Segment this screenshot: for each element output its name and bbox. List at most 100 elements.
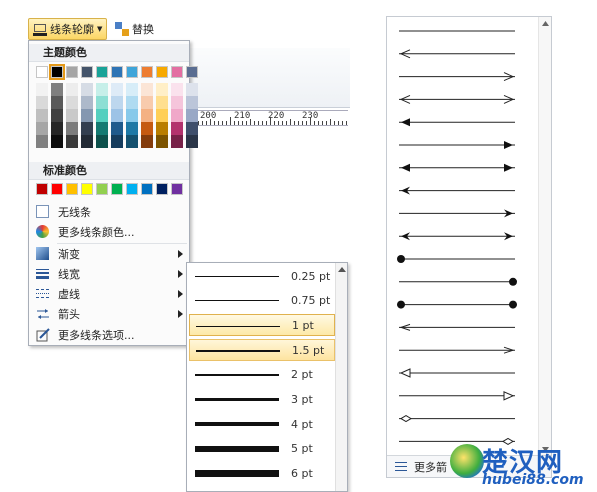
theme-shade-swatch[interactable] bbox=[186, 135, 198, 148]
theme-shade-swatch[interactable] bbox=[171, 122, 183, 135]
arrow-style-option[interactable] bbox=[397, 300, 517, 309]
theme-shade-swatch[interactable] bbox=[36, 135, 48, 148]
theme-shade-swatch[interactable] bbox=[171, 83, 183, 96]
submenu-scrollbar[interactable] bbox=[335, 263, 347, 491]
arrows-item[interactable]: 箭头 bbox=[29, 303, 189, 324]
theme-color-swatch[interactable] bbox=[141, 66, 153, 78]
arrow-style-option[interactable] bbox=[399, 118, 515, 127]
arrow-style-option[interactable] bbox=[399, 277, 517, 286]
arrow-style-option[interactable] bbox=[397, 255, 515, 263]
arrow-style-option[interactable] bbox=[399, 415, 515, 423]
theme-shade-swatch[interactable] bbox=[141, 83, 153, 96]
theme-color-swatch[interactable] bbox=[81, 66, 93, 78]
theme-color-swatch[interactable] bbox=[156, 66, 168, 78]
theme-shade-swatch[interactable] bbox=[141, 96, 153, 109]
theme-shade-swatch[interactable] bbox=[36, 96, 48, 109]
theme-shade-swatch[interactable] bbox=[96, 109, 108, 122]
theme-shade-swatch[interactable] bbox=[81, 83, 93, 96]
theme-shade-swatch[interactable] bbox=[126, 96, 138, 109]
theme-shade-swatch[interactable] bbox=[111, 135, 123, 148]
replace-button[interactable]: 替换 bbox=[112, 18, 157, 40]
weight-item[interactable]: 线宽 bbox=[29, 263, 189, 284]
theme-shade-swatch[interactable] bbox=[156, 83, 168, 96]
theme-shade-swatch[interactable] bbox=[66, 96, 78, 109]
shape-outline-button[interactable]: 线条轮廓 ▼ bbox=[28, 18, 108, 40]
line-weight-option[interactable]: 1 pt bbox=[189, 314, 335, 337]
arrow-style-option[interactable] bbox=[399, 94, 515, 104]
theme-shade-swatch[interactable] bbox=[36, 122, 48, 135]
standard-color-swatch[interactable] bbox=[171, 183, 183, 195]
line-weight-option[interactable]: 6 pt bbox=[189, 463, 335, 485]
theme-shade-swatch[interactable] bbox=[126, 109, 138, 122]
theme-color-swatch[interactable] bbox=[36, 66, 48, 78]
arrow-style-option[interactable] bbox=[399, 368, 515, 378]
arrow-style-option[interactable] bbox=[399, 163, 515, 172]
theme-shade-swatch[interactable] bbox=[111, 109, 123, 122]
arrows-scrollbar[interactable] bbox=[538, 17, 551, 457]
theme-shade-swatch[interactable] bbox=[126, 122, 138, 135]
standard-color-swatch[interactable] bbox=[66, 183, 78, 195]
arrow-style-option[interactable] bbox=[399, 391, 515, 401]
theme-shade-swatch[interactable] bbox=[186, 109, 198, 122]
theme-shade-swatch[interactable] bbox=[171, 135, 183, 148]
arrow-style-option[interactable] bbox=[399, 141, 515, 149]
theme-shade-swatch[interactable] bbox=[81, 96, 93, 109]
theme-shade-swatch[interactable] bbox=[81, 109, 93, 122]
dashes-item[interactable]: 虚线 bbox=[29, 283, 189, 304]
standard-color-swatch[interactable] bbox=[141, 183, 153, 195]
theme-shade-swatch[interactable] bbox=[81, 135, 93, 148]
theme-shade-swatch[interactable] bbox=[171, 96, 183, 109]
standard-color-swatch[interactable] bbox=[51, 183, 63, 195]
theme-shade-swatch[interactable] bbox=[66, 109, 78, 122]
theme-shade-swatch[interactable] bbox=[141, 109, 153, 122]
line-weight-option[interactable]: 3 pt bbox=[189, 389, 335, 411]
standard-color-swatch[interactable] bbox=[126, 183, 138, 195]
arrow-style-option[interactable] bbox=[399, 186, 515, 195]
more-outline-colors-item[interactable]: 更多线条颜色... bbox=[29, 221, 189, 242]
line-weight-option[interactable]: 0.25 pt bbox=[189, 265, 335, 287]
theme-shade-swatch[interactable] bbox=[141, 135, 153, 148]
theme-shade-swatch[interactable] bbox=[66, 83, 78, 96]
theme-shade-swatch[interactable] bbox=[51, 96, 63, 109]
standard-color-swatch[interactable] bbox=[111, 183, 123, 195]
more-lines-item[interactable]: 更多线条选项... bbox=[29, 324, 189, 345]
theme-color-swatch[interactable] bbox=[66, 66, 78, 78]
theme-shade-swatch[interactable] bbox=[186, 83, 198, 96]
theme-shade-swatch[interactable] bbox=[111, 83, 123, 96]
theme-color-swatch[interactable] bbox=[96, 66, 108, 78]
theme-shade-swatch[interactable] bbox=[156, 96, 168, 109]
arrow-style-option[interactable] bbox=[399, 323, 515, 331]
arrow-style-option[interactable] bbox=[399, 232, 515, 241]
theme-color-swatch[interactable] bbox=[186, 66, 198, 78]
theme-shade-swatch[interactable] bbox=[141, 122, 153, 135]
theme-shade-swatch[interactable] bbox=[96, 122, 108, 135]
theme-shade-swatch[interactable] bbox=[156, 109, 168, 122]
standard-color-swatch[interactable] bbox=[156, 183, 168, 195]
theme-shade-swatch[interactable] bbox=[126, 83, 138, 96]
theme-shade-swatch[interactable] bbox=[111, 122, 123, 135]
theme-shade-swatch[interactable] bbox=[36, 83, 48, 96]
line-weight-option[interactable]: 2 pt bbox=[189, 364, 335, 386]
arrow-style-option[interactable] bbox=[399, 49, 515, 59]
theme-shade-swatch[interactable] bbox=[156, 122, 168, 135]
theme-shade-swatch[interactable] bbox=[66, 135, 78, 148]
standard-color-swatch[interactable] bbox=[96, 183, 108, 195]
theme-shade-swatch[interactable] bbox=[186, 122, 198, 135]
standard-color-swatch[interactable] bbox=[81, 183, 93, 195]
theme-shade-swatch[interactable] bbox=[186, 96, 198, 109]
theme-shade-swatch[interactable] bbox=[96, 96, 108, 109]
no-outline-item[interactable]: 无线条 bbox=[29, 201, 189, 222]
theme-color-swatch[interactable] bbox=[126, 66, 138, 78]
theme-shade-swatch[interactable] bbox=[51, 135, 63, 148]
arrow-style-option[interactable] bbox=[399, 209, 515, 218]
theme-color-swatch[interactable] bbox=[49, 64, 65, 80]
line-weight-option[interactable]: 4 pt bbox=[189, 413, 335, 435]
arrow-style-option[interactable] bbox=[399, 72, 515, 82]
theme-color-swatch[interactable] bbox=[171, 66, 183, 78]
theme-color-swatch[interactable] bbox=[111, 66, 123, 78]
gradient-item[interactable]: 渐变 bbox=[29, 243, 189, 264]
theme-shade-swatch[interactable] bbox=[156, 135, 168, 148]
theme-shade-swatch[interactable] bbox=[51, 109, 63, 122]
theme-shade-swatch[interactable] bbox=[96, 135, 108, 148]
arrow-style-option[interactable] bbox=[399, 346, 515, 354]
